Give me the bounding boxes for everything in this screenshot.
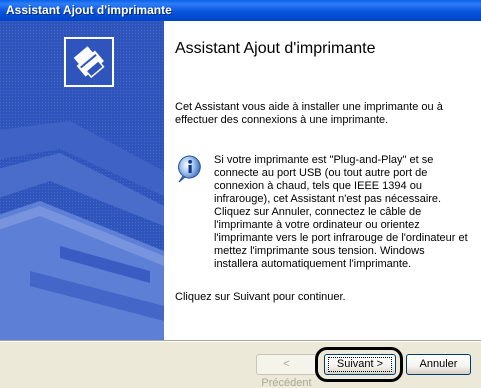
info-icon xyxy=(178,155,201,183)
wizard-content: Assistant Ajout d'imprimante Cet Assista… xyxy=(164,21,481,340)
previous-button[interactable]: < Précédent xyxy=(256,354,317,388)
title-bar[interactable]: Assistant Ajout d'imprimante xyxy=(0,0,481,21)
wizard-window: Assistant Ajout d'imprimante Assistant A… xyxy=(0,0,481,388)
cancel-button[interactable]: Annuler xyxy=(406,354,471,375)
info-text: Si votre imprimante est "Plug-and-Play" … xyxy=(214,154,468,270)
wizard-side-panel xyxy=(0,21,164,340)
printer-wizard-icon xyxy=(64,37,114,87)
window-title: Assistant Ajout d'imprimante xyxy=(6,3,172,17)
highlight-callout xyxy=(315,347,403,382)
continue-text: Cliquez sur Suivant pour continuer. xyxy=(175,291,346,303)
footer-separator-highlight xyxy=(0,341,481,342)
page-title: Assistant Ajout d'imprimante xyxy=(175,40,376,57)
intro-text: Cet Assistant vous aide à installer une … xyxy=(175,101,443,126)
